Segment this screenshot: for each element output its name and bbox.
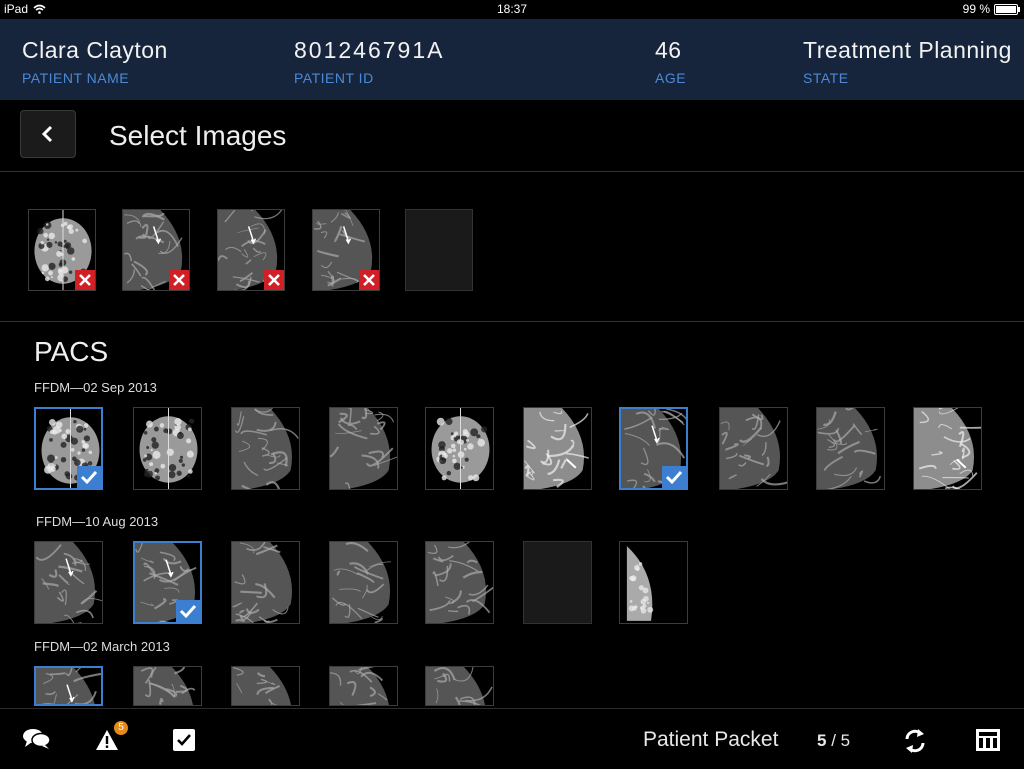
remove-image-button[interactable] — [169, 270, 189, 290]
pacs-image-thumb[interactable] — [231, 666, 300, 706]
remove-image-button[interactable] — [75, 270, 95, 290]
pacs-image-thumb[interactable] — [231, 407, 300, 490]
status-bar: iPad 18:37 99 % — [0, 0, 1024, 19]
patient-id-field: 801246791A PATIENT ID — [294, 37, 444, 86]
patient-age-field: 46 AGE — [655, 37, 686, 86]
selected-check-badge — [176, 600, 200, 622]
back-button[interactable] — [20, 110, 76, 158]
selected-image-thumb[interactable] — [217, 209, 285, 291]
pacs-image-thumb[interactable] — [816, 407, 885, 490]
battery-percent: 99 % — [962, 2, 990, 16]
title-bar: Select Images — [0, 100, 1024, 172]
close-icon — [268, 274, 280, 286]
pacs-image-thumb[interactable] — [133, 407, 202, 490]
selected-image-thumb[interactable] — [122, 209, 190, 291]
selected-check-badge — [77, 466, 101, 488]
patient-packet-label[interactable]: Patient Packet — [643, 728, 778, 752]
patient-age-label: AGE — [655, 70, 687, 86]
checkmark-icon — [80, 470, 98, 485]
bottom-toolbar: 5 Patient Packet 5 / 5 — [0, 708, 1024, 769]
pacs-image-thumb[interactable] — [34, 541, 103, 624]
patient-id: 801246791A — [294, 37, 445, 63]
pacs-image-thumb[interactable] — [425, 541, 494, 624]
pacs-image-thumb[interactable] — [133, 666, 202, 706]
patient-header: Clara Clayton PATIENT NAME 801246791A PA… — [0, 19, 1024, 100]
selected-images-tray — [0, 172, 1024, 322]
sync-icon[interactable] — [903, 728, 927, 754]
pacs-image-thumb[interactable] — [425, 407, 494, 490]
pacs-image-thumb[interactable] — [523, 541, 592, 624]
pacs-image-thumb[interactable] — [231, 541, 300, 624]
page-title: Select Images — [109, 120, 287, 151]
pacs-image-thumb[interactable] — [523, 407, 592, 490]
patient-age: 46 — [655, 37, 682, 63]
patient-name-field: Clara Clayton PATIENT NAME — [22, 37, 168, 86]
pacs-image-thumb[interactable] — [329, 666, 398, 706]
pacs-image-thumb[interactable] — [425, 666, 494, 706]
patient-state: Treatment Planning — [803, 37, 1012, 63]
checkmark-icon — [665, 470, 683, 485]
pacs-image-thumb[interactable] — [619, 407, 688, 490]
pacs-image-thumb[interactable] — [719, 407, 788, 490]
checkbox-icon[interactable] — [173, 729, 195, 751]
study-date-label: FFDM—02 March 2013 — [34, 639, 170, 654]
pacs-image-thumb[interactable] — [329, 407, 398, 490]
checkmark-icon — [179, 604, 197, 619]
pacs-image-thumb[interactable] — [913, 407, 982, 490]
patient-state-label: STATE — [803, 70, 849, 86]
study-date-label: FFDM—02 Sep 2013 — [34, 380, 157, 395]
close-icon — [363, 274, 375, 286]
pacs-image-thumb[interactable] — [34, 407, 103, 490]
close-icon — [79, 274, 91, 286]
remove-image-button[interactable] — [359, 270, 379, 290]
selected-image-thumb[interactable] — [312, 209, 380, 291]
empty-slot — [405, 209, 473, 291]
pacs-image-thumb[interactable] — [619, 541, 688, 624]
study-date-label: FFDM—10 Aug 2013 — [36, 514, 159, 529]
pacs-image-thumb[interactable] — [329, 541, 398, 624]
pacs-image-thumb[interactable] — [34, 666, 103, 706]
pacs-heading: PACS — [34, 336, 109, 367]
packet-count: 5 / 5 — [817, 731, 851, 750]
remove-image-button[interactable] — [264, 270, 284, 290]
status-time: 18:37 — [496, 2, 528, 16]
grid-view-icon[interactable] — [976, 729, 1000, 751]
selected-check-badge — [662, 466, 686, 488]
close-icon — [173, 274, 185, 286]
chat-icon[interactable] — [22, 727, 52, 751]
patient-name-label: PATIENT NAME — [22, 70, 130, 86]
pacs-image-thumb[interactable] — [133, 541, 202, 624]
chevron-left-icon — [41, 125, 53, 143]
packet-current: 5 — [817, 731, 827, 750]
alerts-badge: 5 — [114, 721, 128, 735]
patient-id-label: PATIENT ID — [294, 70, 374, 86]
packet-total: 5 — [840, 731, 851, 750]
selected-image-thumb[interactable] — [28, 209, 96, 291]
battery-icon — [994, 3, 1020, 15]
patient-state-field: Treatment Planning STATE — [803, 37, 1012, 86]
patient-name: Clara Clayton — [22, 37, 168, 63]
